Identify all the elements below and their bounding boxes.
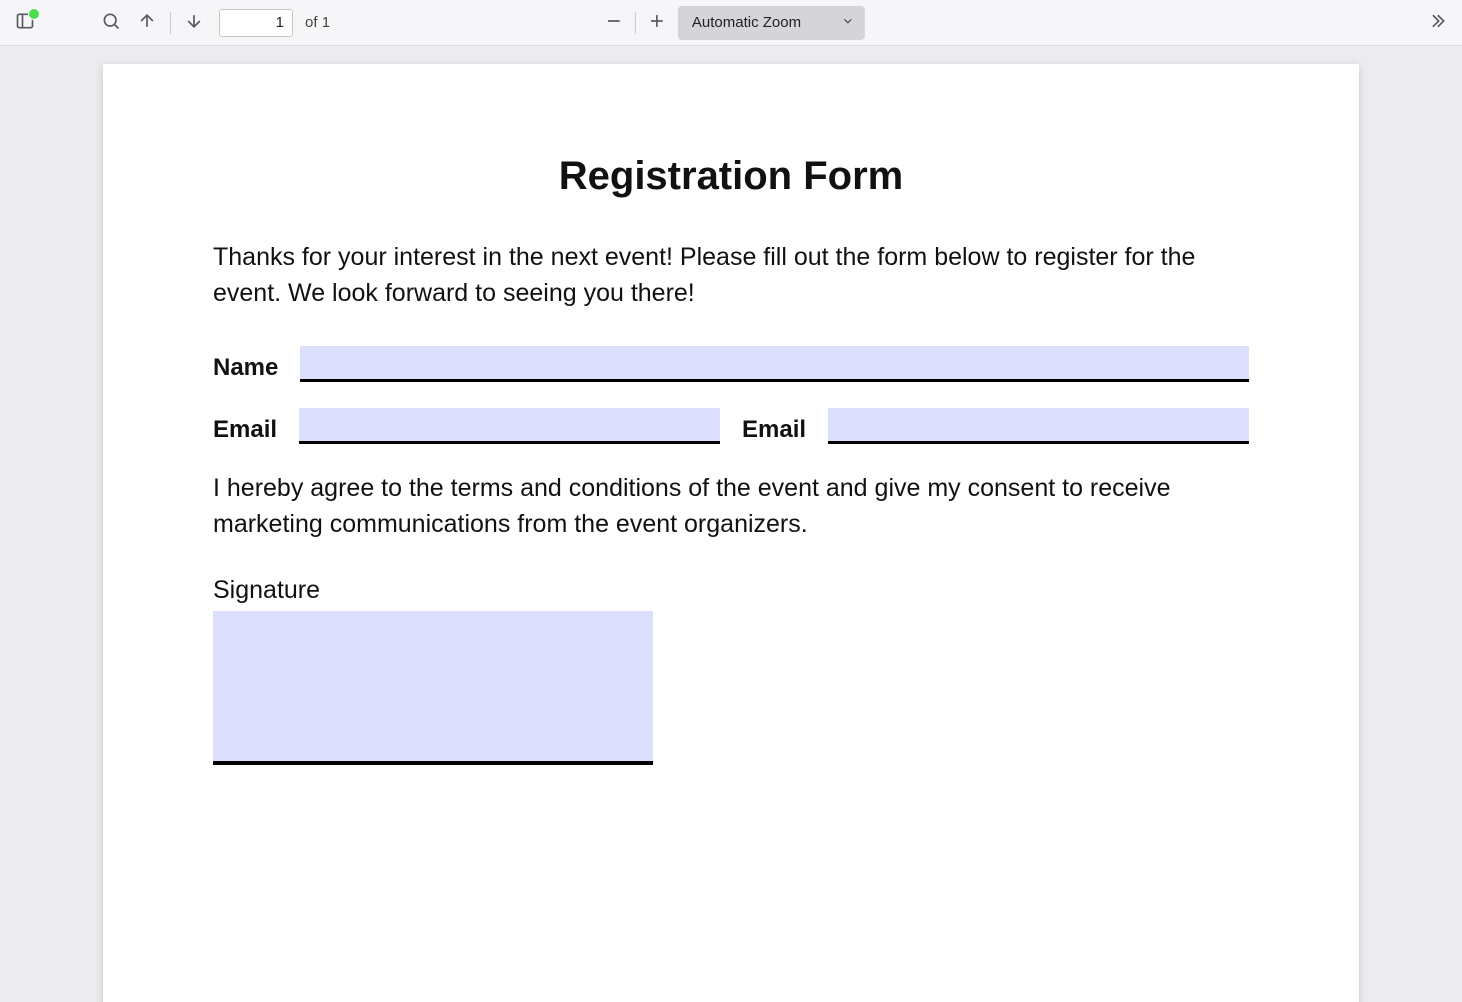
pdf-toolbar: of 1 Automatic Zoom [0,0,1462,46]
toolbar-divider [170,12,171,34]
tools-button[interactable] [1420,6,1454,40]
find-button[interactable] [94,6,128,40]
zoom-in-button[interactable] [640,6,674,40]
consent-text: I hereby agree to the terms and conditio… [213,470,1249,543]
name-row: Name [213,346,1249,382]
name-label: Name [213,354,278,382]
document-title: Registration Form [213,154,1249,199]
signature-field[interactable] [213,611,653,765]
plus-icon [647,11,667,34]
email-row: Email Email [213,408,1249,444]
search-icon [101,11,121,34]
pdf-viewer[interactable]: Registration Form Thanks for your intere… [0,46,1462,1002]
chevron-down-icon [841,14,855,32]
next-page-button[interactable] [177,6,211,40]
previous-page-button[interactable] [130,6,164,40]
email-label-1: Email [213,416,277,444]
toolbar-divider [635,12,636,34]
zoom-select-label: Automatic Zoom [692,14,801,31]
email-field-1[interactable] [299,408,720,444]
name-field[interactable] [300,346,1249,382]
page-number-input[interactable] [219,9,293,37]
intro-text: Thanks for your interest in the next eve… [213,239,1249,312]
pdf-page: Registration Form Thanks for your intere… [103,64,1359,1002]
arrow-down-icon [184,11,204,34]
toggle-sidebar-button[interactable] [8,6,42,40]
signature-label: Signature [213,576,1249,605]
zoom-out-button[interactable] [597,6,631,40]
minus-icon [604,11,624,34]
zoom-select[interactable]: Automatic Zoom [678,6,865,40]
notification-dot-icon [28,8,40,20]
page-count-label: of 1 [305,14,330,31]
chevrons-right-icon [1427,11,1447,34]
arrow-up-icon [137,11,157,34]
email-label-2: Email [742,416,806,444]
email-field-2[interactable] [828,408,1249,444]
